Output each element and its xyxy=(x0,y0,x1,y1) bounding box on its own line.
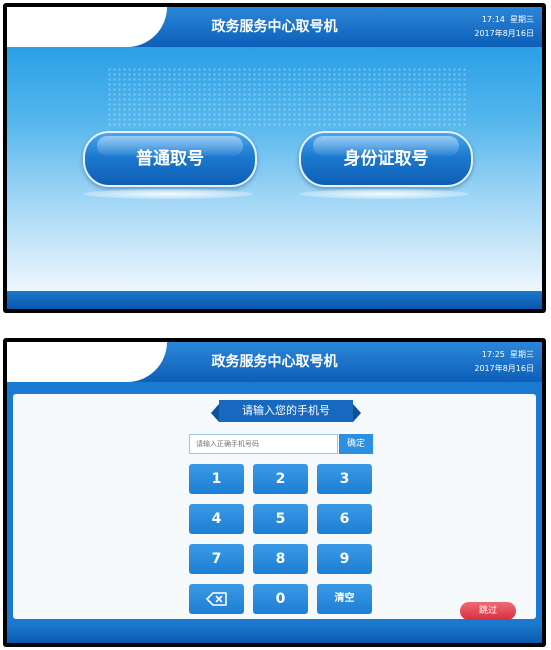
home-background: 普通取号 身份证取号 xyxy=(7,47,542,291)
key-7[interactable]: 7 xyxy=(189,544,244,574)
world-map-dots xyxy=(107,67,467,127)
app-title: 政务服务中心取号机 xyxy=(211,19,338,35)
clock: 17:25 星期三 2017年8月16日 xyxy=(474,348,534,376)
button-reflection xyxy=(83,189,253,199)
footer-bar xyxy=(7,625,542,643)
clock-time: 17:14 xyxy=(481,15,505,24)
header-bar: 政务服务中心取号机 17:25 星期三 2017年8月16日 xyxy=(7,342,542,382)
prompt-ribbon: 请输入您的手机号 xyxy=(211,400,361,422)
clock: 17:14 星期三 2017年8月16日 xyxy=(474,13,534,41)
phone-number-input[interactable] xyxy=(189,434,338,454)
key-6[interactable]: 6 xyxy=(317,504,372,534)
skip-button[interactable]: 跳过 xyxy=(460,602,516,620)
key-4[interactable]: 4 xyxy=(189,504,244,534)
key-8[interactable]: 8 xyxy=(253,544,308,574)
screen-content: 政务服务中心取号机 17:14 星期三 2017年8月16日 普通取号 身份证取… xyxy=(7,7,542,309)
phone-entry-background: 请输入您的手机号 确定 1 2 3 4 5 6 7 8 9 xyxy=(7,382,542,625)
kiosk-screen-home: 政务服务中心取号机 17:14 星期三 2017年8月16日 普通取号 身份证取… xyxy=(3,3,546,313)
backspace-icon xyxy=(205,591,228,607)
key-9[interactable]: 9 xyxy=(317,544,372,574)
app-title: 政务服务中心取号机 xyxy=(211,354,338,370)
clock-time: 17:25 xyxy=(481,350,505,359)
header-bar: 政务服务中心取号机 17:14 星期三 2017年8月16日 xyxy=(7,7,542,47)
key-2[interactable]: 2 xyxy=(253,464,308,494)
confirm-button[interactable]: 确定 xyxy=(339,434,373,454)
footer-bar xyxy=(7,291,542,309)
clock-weekday: 星期三 xyxy=(510,350,534,359)
screen-content: 政务服务中心取号机 17:25 星期三 2017年8月16日 请输入您的手机号 … xyxy=(7,342,542,643)
key-5[interactable]: 5 xyxy=(253,504,308,534)
clock-date: 2017年8月16日 xyxy=(474,364,534,373)
normal-ticket-label: 普通取号 xyxy=(136,149,204,169)
kiosk-screen-phone-entry: 政务服务中心取号机 17:25 星期三 2017年8月16日 请输入您的手机号 … xyxy=(3,338,546,647)
key-3[interactable]: 3 xyxy=(317,464,372,494)
normal-ticket-button[interactable]: 普通取号 xyxy=(83,131,257,187)
clear-key[interactable]: 清空 xyxy=(317,584,372,614)
phone-entry-panel: 请输入您的手机号 确定 1 2 3 4 5 6 7 8 9 xyxy=(13,394,536,620)
backspace-key[interactable] xyxy=(189,584,244,614)
key-1[interactable]: 1 xyxy=(189,464,244,494)
clock-weekday: 星期三 xyxy=(510,15,534,24)
clock-date: 2017年8月16日 xyxy=(474,29,534,38)
key-0[interactable]: 0 xyxy=(253,584,308,614)
button-reflection xyxy=(299,189,469,199)
id-card-ticket-button[interactable]: 身份证取号 xyxy=(299,131,473,187)
id-card-ticket-label: 身份证取号 xyxy=(343,149,429,169)
